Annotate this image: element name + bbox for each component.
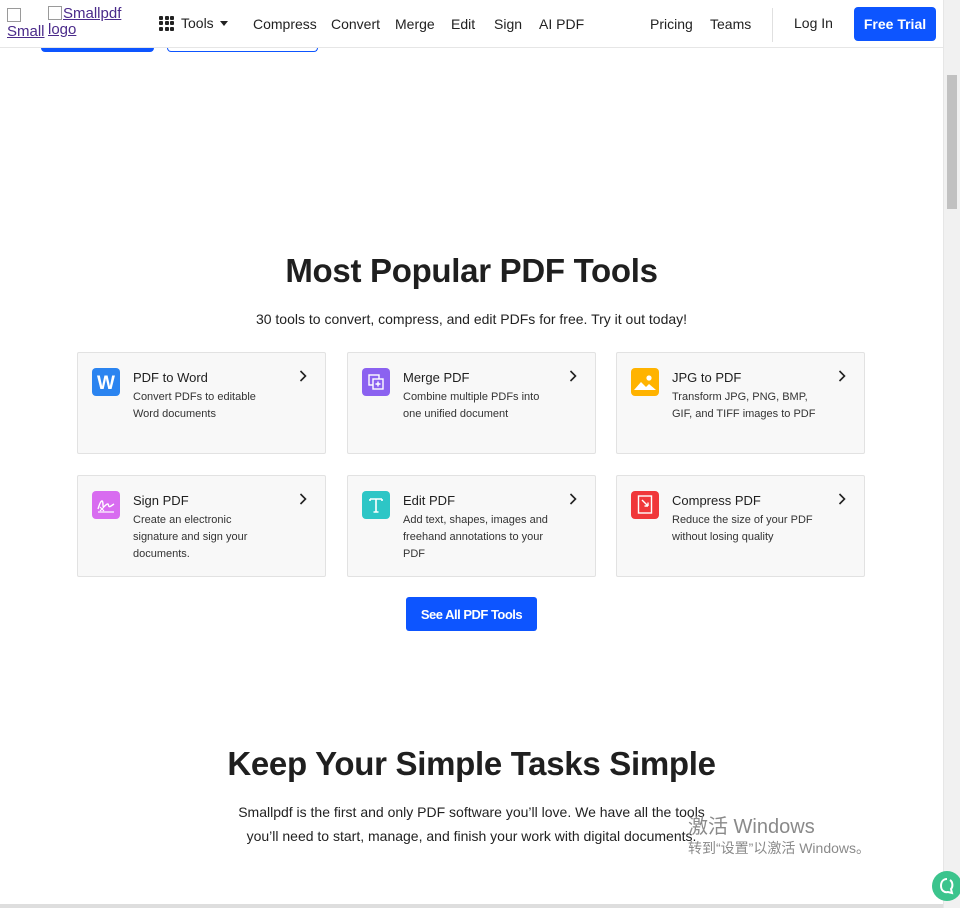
- tool-card-sign-pdf[interactable]: Sign PDF Create an electronic signature …: [77, 475, 326, 577]
- nav-sign[interactable]: Sign: [494, 16, 522, 32]
- chat-bubble-icon[interactable]: [932, 871, 960, 901]
- chevron-right-icon: [299, 370, 307, 382]
- card-title: JPG to PDF: [672, 370, 742, 385]
- free-trial-button[interactable]: Free Trial: [854, 7, 936, 41]
- card-description: Convert PDFs to editable Word documents: [133, 391, 256, 420]
- popular-tools-subtitle: 30 tools to convert, compress, and edit …: [255, 311, 688, 327]
- site-header: Small logo Smallpdf logo Tools Compress …: [0, 0, 943, 48]
- image-icon: [631, 368, 659, 396]
- card-title: Compress PDF: [672, 493, 761, 508]
- tool-card-pdf-to-word[interactable]: W PDF to Word Convert PDFs to editable W…: [77, 352, 326, 454]
- windows-activation-hint: 转到“设置”以激活 Windows。: [688, 840, 871, 856]
- card-title: Merge PDF: [403, 370, 470, 385]
- text-icon: [362, 491, 390, 519]
- nav-pricing[interactable]: Pricing: [650, 16, 693, 32]
- tool-card-merge-pdf[interactable]: Merge PDF Combine multiple PDFs into one…: [347, 352, 596, 454]
- tools-label: Tools: [181, 15, 214, 31]
- tool-card-edit-pdf[interactable]: Edit PDF Add text, shapes, images and fr…: [347, 475, 596, 577]
- card-description: Add text, shapes, images and freehand an…: [403, 514, 548, 560]
- signature-icon: [92, 491, 120, 519]
- see-all-tools-button[interactable]: See All PDF Tools: [406, 597, 537, 631]
- horizontal-scrollbar[interactable]: [0, 904, 943, 908]
- nav-convert[interactable]: Convert: [331, 16, 380, 32]
- nav-merge[interactable]: Merge: [395, 16, 435, 32]
- simple-tasks-title: Keep Your Simple Tasks Simple: [227, 745, 716, 782]
- caret-down-icon: [219, 21, 228, 26]
- tools-menu-button[interactable]: Tools: [159, 15, 228, 31]
- smallpdf-logo-image[interactable]: Smallpdf logo: [48, 6, 138, 38]
- nav-compress[interactable]: Compress: [253, 16, 317, 32]
- windows-activation-watermark: 激活 Windows: [688, 816, 815, 838]
- login-link[interactable]: Log In: [794, 15, 833, 31]
- card-description: Transform JPG, PNG, BMP, GIF, and TIFF i…: [672, 391, 816, 420]
- svg-text:W: W: [97, 373, 115, 392]
- vertical-scrollbar[interactable]: [943, 0, 960, 908]
- card-description: Reduce the size of your PDF without losi…: [672, 514, 813, 543]
- chevron-right-icon: [838, 370, 846, 382]
- card-title: PDF to Word: [133, 370, 208, 385]
- nav-edit[interactable]: Edit: [451, 16, 475, 32]
- card-title: Edit PDF: [403, 493, 456, 508]
- small-logo-image[interactable]: Small logo: [7, 8, 45, 40]
- word-icon: W: [92, 368, 120, 396]
- chevron-right-icon: [838, 493, 846, 505]
- popular-tools-title: Most Popular PDF Tools: [285, 252, 658, 289]
- card-title: Sign PDF: [133, 493, 189, 508]
- grid-icon: [159, 15, 174, 31]
- nav-teams[interactable]: Teams: [710, 16, 751, 32]
- chevron-right-icon: [569, 493, 577, 505]
- merge-icon: [362, 368, 390, 396]
- tool-card-compress-pdf[interactable]: Compress PDF Reduce the size of your PDF…: [616, 475, 865, 577]
- chevron-right-icon: [299, 493, 307, 505]
- chevron-right-icon: [569, 370, 577, 382]
- nav-ai-pdf[interactable]: AI PDF: [539, 16, 584, 32]
- header-divider: [772, 8, 773, 42]
- card-description: Create an electronic signature and sign …: [133, 514, 248, 560]
- card-description: Combine multiple PDFs into one unified d…: [403, 391, 540, 420]
- compress-icon: [631, 491, 659, 519]
- tool-card-jpg-to-pdf[interactable]: JPG to PDF Transform JPG, PNG, BMP, GIF,…: [616, 352, 865, 454]
- scrollbar-thumb[interactable]: [947, 75, 957, 209]
